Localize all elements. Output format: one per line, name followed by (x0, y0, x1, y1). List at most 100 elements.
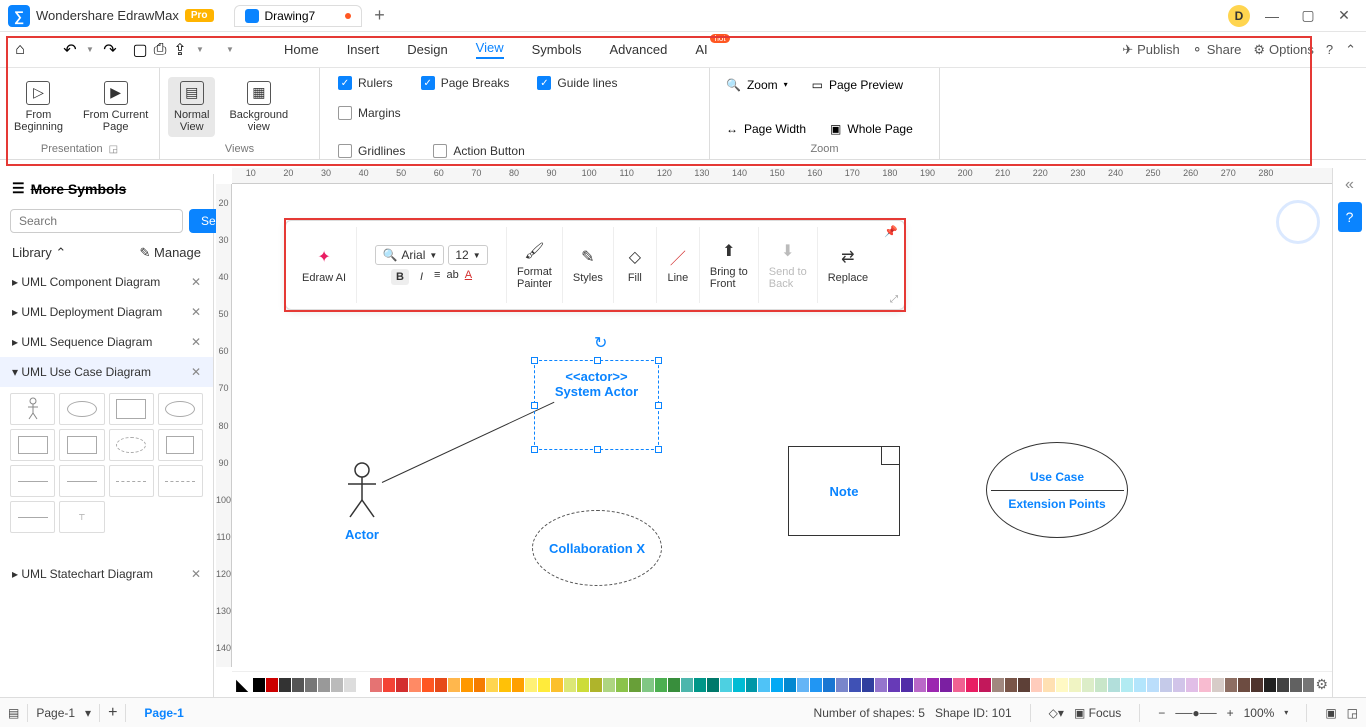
shape-system[interactable] (109, 393, 154, 425)
color-swatch[interactable] (616, 678, 628, 692)
color-swatch[interactable] (603, 678, 615, 692)
more-dropdown[interactable]: ▼ (220, 40, 240, 60)
eyedropper-icon[interactable]: ◣ (236, 675, 248, 695)
color-swatch[interactable] (668, 678, 680, 692)
share-button[interactable]: ⚬Share (1192, 42, 1242, 58)
color-swatch[interactable] (1277, 678, 1289, 692)
rotate-handle[interactable]: ↻ (594, 333, 607, 353)
lib-statechart[interactable]: ▸ UML Statechart Diagram✕ (0, 559, 213, 589)
color-swatch[interactable] (836, 678, 848, 692)
color-swatch[interactable] (422, 678, 434, 692)
size-select[interactable]: 12 ▼ (448, 245, 487, 265)
color-swatch[interactable] (914, 678, 926, 692)
color-swatch[interactable] (409, 678, 421, 692)
margins-checkbox[interactable]: Margins (338, 106, 401, 120)
color-swatch[interactable] (940, 678, 952, 692)
collaboration-shape[interactable]: Collaboration X (532, 510, 662, 586)
menu-symbols[interactable]: Symbols (532, 42, 582, 57)
close-button[interactable]: ✕ (1330, 2, 1358, 30)
color-swatch[interactable] (383, 678, 395, 692)
color-swatch[interactable] (1005, 678, 1017, 692)
color-swatch[interactable] (344, 678, 356, 692)
fill-button[interactable]: ◇Fill (614, 227, 657, 303)
shape-collab[interactable] (109, 429, 154, 461)
color-swatch[interactable] (1031, 678, 1043, 692)
note-shape[interactable]: Note (788, 446, 900, 536)
search-input[interactable] (10, 209, 183, 233)
page-preview-button[interactable]: ▭Page Preview (804, 74, 911, 96)
color-swatch[interactable] (435, 678, 447, 692)
add-tab-button[interactable]: + (374, 5, 385, 26)
color-swatch[interactable] (538, 678, 550, 692)
color-swatch[interactable] (992, 678, 1004, 692)
undo-button[interactable]: ↶ (60, 40, 80, 60)
close-icon[interactable]: ✕ (191, 275, 201, 289)
color-swatch[interactable] (655, 678, 667, 692)
color-swatch[interactable] (771, 678, 783, 692)
background-view-button[interactable]: ▦Background view (223, 77, 294, 137)
usecase-shape[interactable]: Use CaseExtension Points (986, 442, 1128, 538)
color-swatch[interactable] (720, 678, 732, 692)
color-swatch[interactable] (927, 678, 939, 692)
library-label[interactable]: Library ⌃ (12, 245, 66, 261)
color-swatch[interactable] (499, 678, 511, 692)
color-swatch[interactable] (305, 678, 317, 692)
color-settings-icon[interactable]: ⚙ (1315, 676, 1328, 693)
color-swatch[interactable] (512, 678, 524, 692)
color-swatch[interactable] (1290, 678, 1302, 692)
color-swatch[interactable] (1173, 678, 1185, 692)
collapse-ribbon[interactable]: ⌃ (1345, 42, 1356, 58)
color-swatch[interactable] (1160, 678, 1172, 692)
color-swatch[interactable] (681, 678, 693, 692)
zoom-in[interactable]: + (1227, 706, 1234, 720)
save-button[interactable]: ▢ (130, 40, 150, 60)
shape-rect[interactable] (10, 429, 55, 461)
color-swatch[interactable] (823, 678, 835, 692)
shape-line6[interactable]: ⊤ (59, 501, 104, 533)
more-symbols[interactable]: ☰ More Symbols (0, 174, 213, 203)
color-swatch[interactable] (1121, 678, 1133, 692)
close-icon[interactable]: ✕ (191, 335, 201, 349)
lib-component[interactable]: ▸ UML Component Diagram✕ (0, 267, 213, 297)
rulers-checkbox[interactable]: ✓Rulers (338, 76, 393, 90)
italic-button[interactable]: I (415, 269, 428, 285)
replace-button[interactable]: ⇄Replace (818, 227, 878, 303)
action-button-checkbox[interactable]: Action Button (433, 144, 524, 158)
color-swatch[interactable] (966, 678, 978, 692)
shape-usecase[interactable] (59, 393, 104, 425)
actor-shape[interactable]: Actor (342, 462, 382, 542)
close-icon[interactable]: ✕ (191, 567, 201, 581)
color-swatch[interactable] (862, 678, 874, 692)
format-painter-button[interactable]: 🖌Format Painter (507, 227, 563, 303)
color-swatch[interactable] (901, 678, 913, 692)
gridlines-checkbox[interactable]: Gridlines (338, 144, 405, 158)
color-swatch[interactable] (1147, 678, 1159, 692)
export-dropdown[interactable]: ▼ (190, 40, 210, 60)
menu-ai[interactable]: AIhot (695, 42, 707, 57)
lib-deployment[interactable]: ▸ UML Deployment Diagram✕ (0, 297, 213, 327)
color-swatch[interactable] (979, 678, 991, 692)
color-swatch[interactable] (279, 678, 291, 692)
zoom-out[interactable]: − (1158, 706, 1165, 720)
zoom-level[interactable]: 100% (1244, 706, 1275, 720)
lib-usecase[interactable]: ▾ UML Use Case Diagram✕ (0, 357, 213, 387)
add-page-button[interactable]: + (108, 704, 117, 722)
color-swatch[interactable] (849, 678, 861, 692)
undo-dropdown[interactable]: ▼ (80, 40, 100, 60)
color-swatch[interactable] (629, 678, 641, 692)
color-swatch[interactable] (525, 678, 537, 692)
outline-icon[interactable]: ▤ (8, 706, 19, 720)
menu-home[interactable]: Home (284, 42, 319, 57)
color-swatch[interactable] (1186, 678, 1198, 692)
bold-button[interactable]: B (391, 269, 409, 285)
send-back-button[interactable]: ⬇Send to Back (759, 227, 818, 303)
shape-line3[interactable] (109, 465, 154, 497)
color-swatch[interactable] (1043, 678, 1055, 692)
user-avatar[interactable]: D (1228, 5, 1250, 27)
color-swatch[interactable] (1199, 678, 1211, 692)
color-swatch[interactable] (1082, 678, 1094, 692)
system-actor-shape[interactable]: <<actor>> System Actor ↻ (534, 360, 659, 450)
redo-button[interactable]: ↷ (100, 40, 120, 60)
minimize-button[interactable]: — (1258, 2, 1286, 30)
font-color-button[interactable]: A (465, 269, 472, 285)
